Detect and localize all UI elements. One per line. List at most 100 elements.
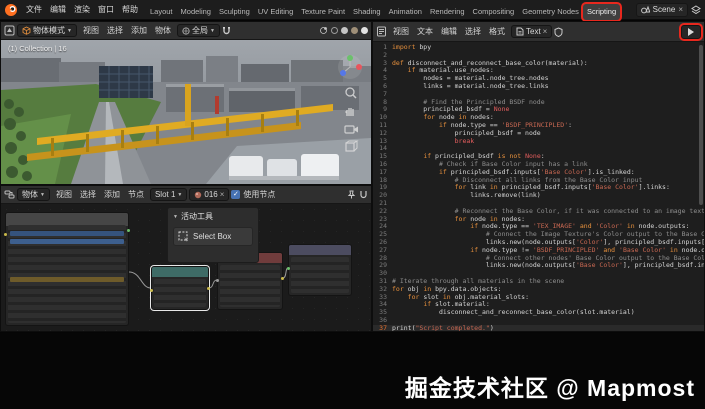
scrollbar-thumb[interactable] <box>699 45 703 205</box>
scene-selector[interactable]: Scene × <box>635 2 688 17</box>
material-datablock[interactable]: 016 × <box>189 188 230 201</box>
text-editor-menu-item[interactable]: 选择 <box>461 25 485 38</box>
zoom-tool-icon[interactable] <box>343 86 359 100</box>
pin-icon[interactable] <box>347 190 356 199</box>
output-socket[interactable] <box>127 229 130 232</box>
code-line[interactable]: 20 links.remove(link) <box>373 191 704 200</box>
code-line[interactable]: 21 <box>373 199 704 208</box>
shading-solid-icon[interactable] <box>341 27 348 34</box>
code-line[interactable]: 7 <box>373 90 704 99</box>
code-line[interactable]: 11 if node.type == 'BSDF_PRINCIPLED': <box>373 121 704 130</box>
material-unlink-icon[interactable]: × <box>220 190 225 199</box>
code-line[interactable]: 19 for link in principled_bsdf.inputs['B… <box>373 184 704 192</box>
node-header[interactable] <box>152 267 208 277</box>
use-nodes-toggle[interactable]: ✓ 使用节点 <box>231 189 275 200</box>
snap-icon[interactable] <box>359 190 368 199</box>
editor-type-icon[interactable] <box>4 25 15 36</box>
code-line[interactable]: 9 principled_bsdf = None <box>373 106 704 114</box>
viewport-menu-item[interactable]: 选择 <box>103 24 127 37</box>
orientation-dropdown[interactable]: 全局 ▼ <box>176 24 220 37</box>
code-line[interactable]: 5 nodes = material.node_tree.nodes <box>373 74 704 83</box>
shader-type-dropdown[interactable]: 物体 ▼ <box>17 188 50 201</box>
node-editor-menu-item[interactable]: 选择 <box>76 188 100 201</box>
code-line[interactable]: 36 <box>373 316 704 325</box>
app-menu-item[interactable]: 窗口 <box>94 2 118 17</box>
scene-unlink-icon[interactable]: × <box>678 5 683 14</box>
code-line[interactable]: 29 links.new(node.outputs['Base Color'],… <box>373 262 704 270</box>
node-editor-menu-item[interactable]: 节点 <box>124 188 148 201</box>
text-editor-menu-item[interactable]: 编辑 <box>437 25 461 38</box>
workspace-tab[interactable]: Texture Paint <box>297 4 349 20</box>
workspace-tab[interactable]: Compositing <box>469 4 519 20</box>
camera-view-icon[interactable] <box>343 122 359 136</box>
code-line[interactable]: 32 for obj in bpy.data.objects: <box>373 285 704 294</box>
viewport-menu-item[interactable]: 视图 <box>79 24 103 37</box>
app-menu-item[interactable]: 渲染 <box>70 2 94 17</box>
code-line[interactable]: 33 for slot in obj.material_slots: <box>373 293 704 302</box>
code-line[interactable]: 28 # Connect other nodes' Base Color out… <box>373 254 704 263</box>
workspace-tab[interactable]: Rendering <box>426 4 469 20</box>
viewport-menu-item[interactable]: 添加 <box>127 24 151 37</box>
editor-type-icon[interactable] <box>376 26 387 37</box>
code-line[interactable]: 24 if node.type == 'TEX_IMAGE' and 'Colo… <box>373 223 704 231</box>
code-line[interactable]: 4 if material.use_nodes: <box>373 67 704 75</box>
workspace-tab[interactable]: Sculpting <box>215 4 254 20</box>
code-line[interactable]: 10 for node in nodes: <box>373 113 704 122</box>
code-line[interactable]: 34 if slot.material: <box>373 300 704 309</box>
app-menu-item[interactable]: 编辑 <box>46 2 70 17</box>
code-line[interactable]: 35 disconnect_and_reconnect_base_color(s… <box>373 308 704 317</box>
shading-material-icon[interactable] <box>351 27 358 34</box>
workspace-tab[interactable]: Scripting <box>582 3 621 20</box>
code-line[interactable]: 30 <box>373 269 704 278</box>
workspace-tab[interactable]: Animation <box>385 4 426 20</box>
pan-hand-icon[interactable] <box>343 104 359 118</box>
workspace-tab[interactable]: Shading <box>349 4 385 20</box>
workspace-tab[interactable]: UV Editing <box>254 4 297 20</box>
workspace-tab[interactable]: Layout <box>146 4 177 20</box>
code-line[interactable]: 8 # Find the Principled BSDF node <box>373 98 704 107</box>
code-line[interactable]: 27 if node.type != 'BSDF_PRINCIPLED' and… <box>373 246 704 255</box>
viewport-canvas[interactable]: (1) Collection | 16 <box>1 40 371 184</box>
node-canvas[interactable]: ▼ 活动工具 Select Box <box>1 204 371 331</box>
workspace-tab[interactable]: Geometry Nodes <box>518 4 583 20</box>
editor-type-icon[interactable] <box>4 189 15 200</box>
output-socket[interactable] <box>207 287 210 290</box>
input-socket[interactable] <box>216 279 219 282</box>
node-editor-menu-item[interactable]: 添加 <box>100 188 124 201</box>
select-box-tool[interactable]: Select Box <box>173 227 253 246</box>
chevron-down-icon[interactable]: ▼ <box>173 214 178 220</box>
code-line[interactable]: 31 # Iterate through all materials in the… <box>373 277 704 286</box>
code-line[interactable]: 15 if principled_bsdf is not None: <box>373 152 704 161</box>
code-line[interactable]: 17 if principled_bsdf.inputs['Base Color… <box>373 168 704 177</box>
code-line[interactable]: 6 links = material.node_tree.links <box>373 82 704 91</box>
text-editor-menu-item[interactable]: 视图 <box>389 25 413 38</box>
code-line[interactable]: 26 links.new(node.outputs['Color'], prin… <box>373 238 704 247</box>
code-line[interactable]: 1 import bpy <box>373 43 704 52</box>
code-line[interactable]: 37 print("Script completed.") <box>373 324 704 331</box>
output-socket[interactable] <box>281 277 284 280</box>
shading-wireframe-icon[interactable] <box>331 27 338 34</box>
input-socket[interactable] <box>4 233 7 236</box>
code-line[interactable]: 2 <box>373 51 704 60</box>
view-layer-icon[interactable] <box>691 4 701 15</box>
app-menu-item[interactable]: 文件 <box>22 2 46 17</box>
workspace-tab[interactable]: Modeling <box>177 4 215 20</box>
text-datablock[interactable]: Text × <box>511 25 553 38</box>
node-header[interactable] <box>289 245 351 255</box>
code-line[interactable]: 14 <box>373 145 704 153</box>
navigation-gizmo[interactable] <box>337 54 363 80</box>
text-editor-menu-item[interactable]: 格式 <box>485 25 509 38</box>
mode-dropdown[interactable]: 物体模式 ▼ <box>17 24 77 37</box>
code-line[interactable]: 25 # Connect the Image Texture's Color o… <box>373 230 704 239</box>
shading-rendered-icon[interactable] <box>361 27 368 34</box>
overlays-icon[interactable] <box>319 26 328 35</box>
input-socket[interactable] <box>287 267 290 270</box>
code-line[interactable]: 13 break <box>373 137 704 146</box>
node-editor-menu-item[interactable]: 视图 <box>52 188 76 201</box>
viewport-menu-item[interactable]: 物体 <box>151 24 175 37</box>
code-line[interactable]: 16 # Check if Base Color input has a lin… <box>373 160 704 169</box>
code-line[interactable]: 18 # Disconnect all links from the Base … <box>373 176 704 185</box>
material-slot-dropdown[interactable]: Slot 1 ▼ <box>149 188 188 201</box>
text-editor-menu-item[interactable]: 文本 <box>413 25 437 38</box>
node-selected[interactable] <box>150 266 210 310</box>
